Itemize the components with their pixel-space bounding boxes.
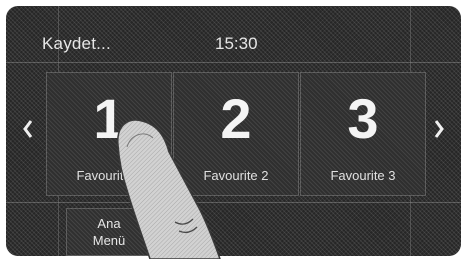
head-unit-screen: Kaydet... 15:30 1 Favourite 1 2 Favourit… bbox=[6, 6, 461, 256]
favourite-number: 2 bbox=[220, 87, 252, 150]
chevron-right-icon bbox=[434, 120, 444, 138]
favourite-tile-3[interactable]: 3 Favourite 3 bbox=[300, 72, 426, 196]
chevron-left-icon bbox=[23, 120, 33, 138]
clock: 15:30 bbox=[215, 34, 258, 53]
divider bbox=[6, 202, 461, 203]
prev-page-button[interactable] bbox=[20, 116, 36, 142]
favourite-label: Favourite 3 bbox=[330, 168, 396, 183]
favourite-tile-2[interactable]: 2 Favourite 2 bbox=[173, 72, 299, 196]
main-menu-label-line2: Menü bbox=[92, 233, 126, 248]
favourite-number: 3 bbox=[347, 87, 379, 150]
favourite-label: Favourite 2 bbox=[203, 168, 269, 183]
main-menu-label-line1: Ana bbox=[97, 216, 121, 231]
main-menu-button[interactable]: Ana Menü bbox=[66, 208, 152, 256]
status-title: Kaydet... bbox=[42, 34, 111, 53]
next-page-button[interactable] bbox=[431, 116, 447, 142]
favourite-number: 1 bbox=[93, 87, 125, 150]
divider bbox=[6, 62, 461, 63]
favourite-tile-1[interactable]: 1 Favourite 1 bbox=[46, 72, 172, 196]
favourite-label: Favourite 1 bbox=[76, 168, 142, 183]
